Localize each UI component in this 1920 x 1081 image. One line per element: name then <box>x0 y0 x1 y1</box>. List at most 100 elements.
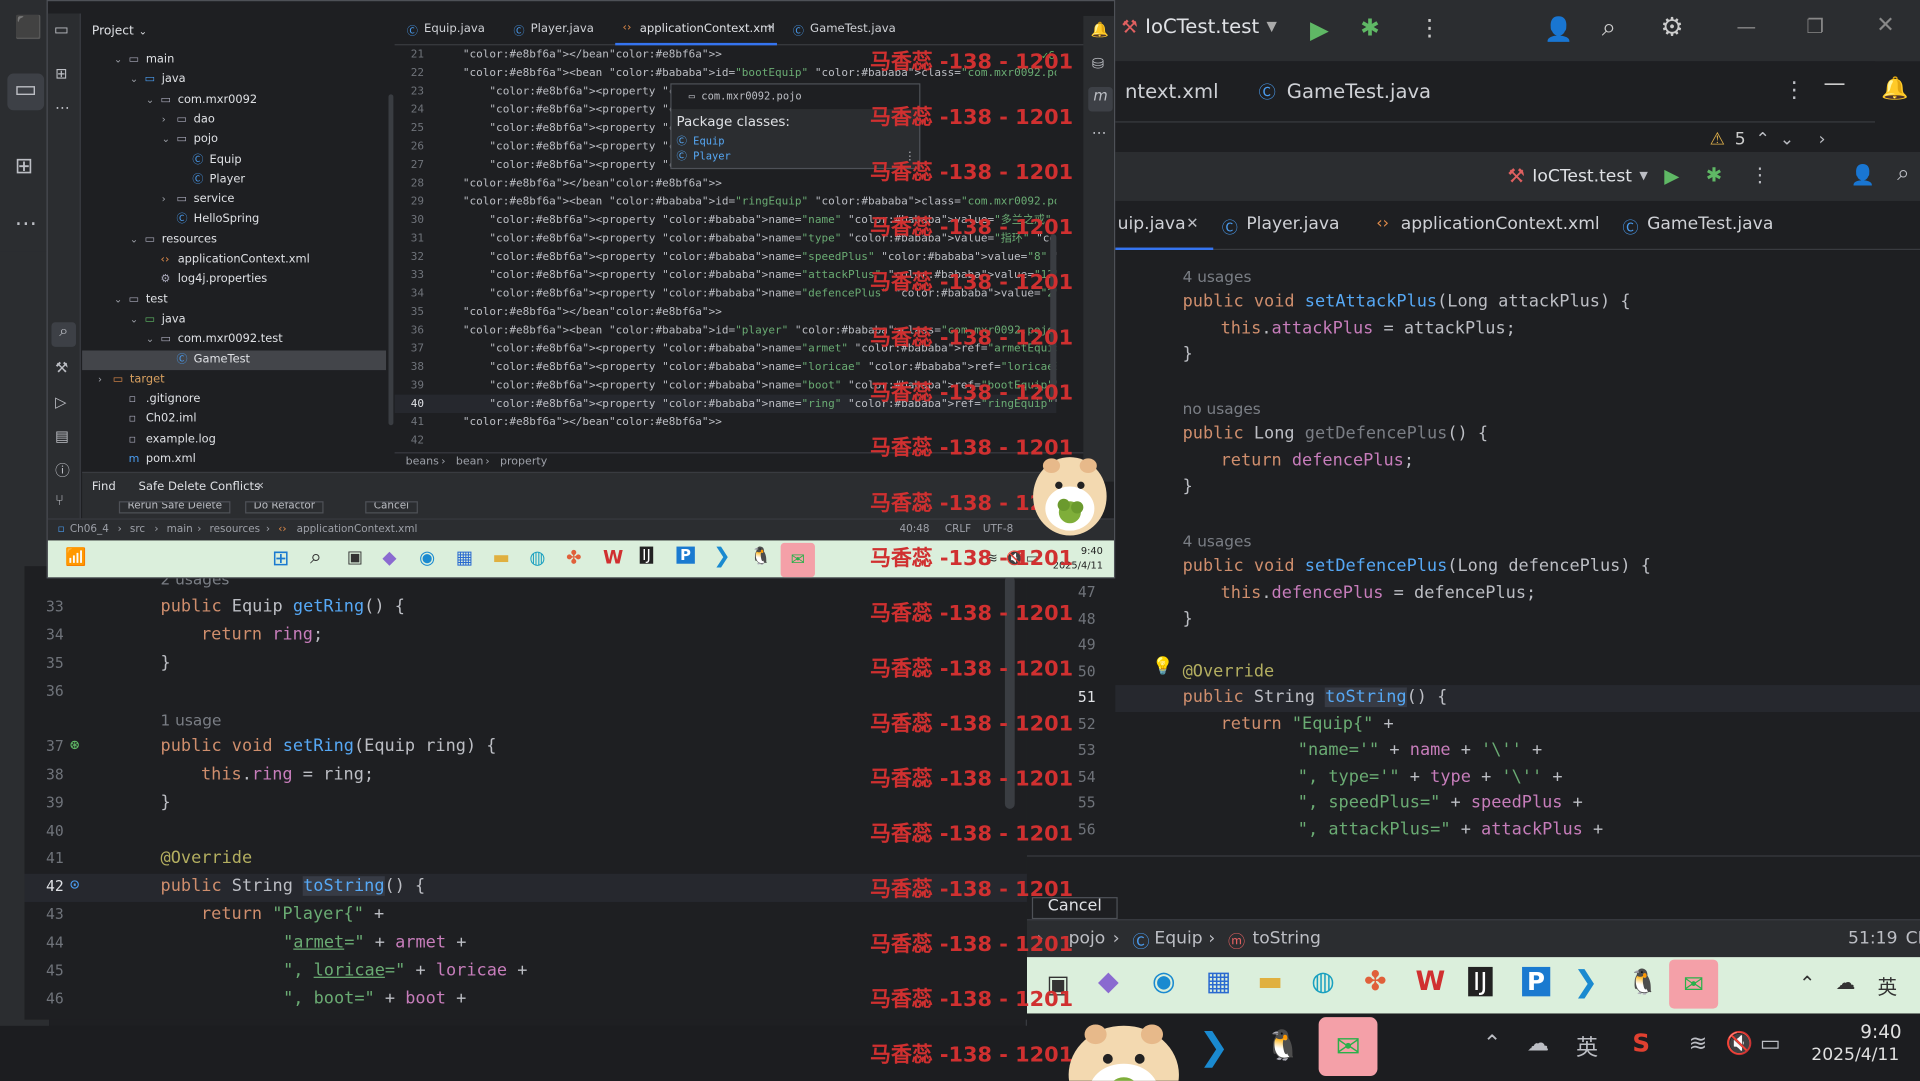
more-tools-icon[interactable]: ⋯ <box>15 211 37 237</box>
run-icon[interactable]: ▶ <box>1664 164 1679 187</box>
tab-applicationcontext-active[interactable]: ‹› applicationContext.xml ✕ <box>615 16 777 46</box>
volume-icon[interactable]: 🔇 <box>1726 1031 1753 1057</box>
crumb-bean[interactable]: bean <box>456 456 484 468</box>
chevron-right-icon[interactable]: › <box>162 190 177 210</box>
close-window-icon[interactable]: ✕ <box>1876 12 1894 38</box>
more-tools-icon[interactable]: ⋯ <box>55 99 70 116</box>
clock-time[interactable]: 9:40 <box>1081 545 1103 556</box>
tab-equip[interactable]: Equip.java <box>424 22 485 35</box>
project-tree[interactable]: ⌄ ▭ main ⌄ ▭ java ⌄ ▭ com.mxr0092 › ▭ dao ⌄ ▭ pojo Ⓒ Equ… <box>82 50 387 467</box>
structure-icon[interactable]: ⊞ <box>55 65 67 82</box>
ime-icon[interactable]: 英 <box>1877 971 1897 1000</box>
tree-item[interactable]: ▫ .gitignore <box>82 390 386 410</box>
qq-icon[interactable]: 🐧 <box>750 547 771 567</box>
store-icon[interactable]: ▦ <box>456 547 473 569</box>
chevron-right-icon[interactable]: › <box>162 110 177 130</box>
chevron-down-icon[interactable]: ⌄ <box>130 310 145 330</box>
app-icon[interactable]: ✤ <box>1364 967 1387 998</box>
run-config-selector[interactable]: ⚒ IoCTest.test ▼ <box>1121 15 1277 38</box>
tab-player[interactable]: Player.java <box>1246 214 1339 234</box>
breadcrumb-tostring[interactable]: toString <box>1252 929 1320 949</box>
close-tab-icon[interactable]: ✕ <box>256 480 264 491</box>
vscode-icon[interactable]: ❯ <box>713 544 730 569</box>
clock-time[interactable]: 9:40 <box>1860 1021 1901 1043</box>
tab-gametest[interactable]: GameTest.java <box>810 22 896 35</box>
breadcrumb-equip[interactable]: Equip <box>1154 929 1202 949</box>
status-crumb-resources[interactable]: resources <box>210 523 260 535</box>
tree-item[interactable]: ⌄ ▭ test <box>82 290 386 310</box>
close-tab-icon[interactable]: ✕ <box>1186 214 1198 231</box>
structure-icon[interactable]: ⊞ <box>15 153 33 179</box>
back-code-area[interactable]: 4 usages public void setAttackPlus(Long … <box>1115 262 1920 855</box>
wechat-icon[interactable]: ✉ <box>780 542 815 578</box>
battery-icon[interactable]: ▭ <box>1760 1031 1781 1057</box>
restore-icon[interactable]: ❐ <box>1806 15 1824 38</box>
qq-icon[interactable]: 🐧 <box>1265 1028 1302 1062</box>
pycharm-p-icon[interactable]: P <box>676 546 695 564</box>
tree-item[interactable]: Ⓒ Player <box>82 170 386 190</box>
edge-ai-icon[interactable]: ◉ <box>419 547 435 569</box>
tree-item[interactable]: ⌄ ▭ com.mxr0092 <box>82 90 386 110</box>
inspection-widget[interactable]: ⚠ 5 ⌃ ⌄ › <box>1710 130 1826 150</box>
search-icon[interactable]: ⌕ <box>1602 12 1616 43</box>
chevron-down-icon[interactable]: ⌄ <box>146 90 161 110</box>
tree-scrollbar[interactable] <box>388 94 394 426</box>
tree-item[interactable]: Ⓒ GameTest <box>82 349 387 370</box>
crumb-property[interactable]: property <box>500 456 547 468</box>
debug-icon[interactable]: ✱ <box>1360 15 1380 42</box>
wps-icon[interactable]: W <box>1415 967 1445 998</box>
do-refactor-button[interactable]: Do Refactor <box>245 501 324 514</box>
tree-item[interactable]: ⌄ ▭ java <box>82 70 386 90</box>
run-icon[interactable]: ▶ <box>1310 15 1329 44</box>
folder-icon[interactable]: ▬ <box>493 547 510 569</box>
crumb-beans[interactable]: beans <box>406 456 439 468</box>
more-menu-icon[interactable]: ⋮ <box>1418 15 1441 42</box>
breadcrumb-pojo[interactable]: pojo <box>1069 929 1106 949</box>
find-tool-icon[interactable]: ⌕ <box>51 322 76 347</box>
hide-icon[interactable]: — <box>1824 71 1846 97</box>
edge-ai-icon[interactable]: ◉ <box>1152 967 1176 998</box>
app-notify-icon[interactable]: 📶 <box>65 548 86 568</box>
spring-bean-icon[interactable]: ⊛ <box>70 737 80 755</box>
edge-icon[interactable]: ◍ <box>529 547 545 569</box>
add-user-icon[interactable]: 👤 <box>1544 15 1573 43</box>
tree-item[interactable]: ⌄ ▭ main <box>82 50 386 70</box>
more-tools-icon[interactable]: ⋯ <box>1092 124 1107 141</box>
chevron-right-icon[interactable]: › <box>1819 130 1826 150</box>
tree-item[interactable]: Ⓒ Equip <box>82 150 386 170</box>
vscode-icon[interactable]: ❯ <box>1199 1026 1230 1069</box>
onedrive-icon[interactable]: ☁ <box>1527 1031 1549 1057</box>
git-icon[interactable]: ⑂ <box>55 491 64 508</box>
sogou-icon[interactable]: S <box>1632 1028 1650 1057</box>
qq-icon[interactable]: 🐧 <box>1627 967 1658 996</box>
wechat-icon[interactable]: ✉ <box>1669 959 1719 1009</box>
folder-icon[interactable]: ▬ <box>1257 967 1282 998</box>
project-tool-icon[interactable]: ▭ <box>54 21 69 39</box>
search-icon[interactable]: ⌕ <box>310 545 322 570</box>
tree-item[interactable]: ‹› applicationContext.xml <box>82 250 386 270</box>
settings-icon[interactable]: ⚙ <box>1661 12 1684 41</box>
tab-player[interactable]: Player.java <box>531 22 594 35</box>
chevron-up-icon[interactable]: ⌃ <box>1756 130 1770 150</box>
minimize-icon[interactable]: — <box>1737 15 1757 38</box>
tab-safe-delete-conflicts[interactable]: Safe Delete Conflicts <box>138 480 260 493</box>
chevron-down-icon[interactable]: ⌄ <box>1780 130 1794 150</box>
ime-icon[interactable]: 英 <box>1576 1031 1598 1063</box>
popup-item-equip[interactable]: Ⓒ Equip <box>676 134 724 148</box>
rerun-safe-delete-button[interactable]: Rerun Safe Delete <box>118 501 231 514</box>
inner-run-config[interactable]: ⚒ IoCTest.test ▼ <box>1507 164 1647 187</box>
app-icon[interactable]: ✤ <box>566 547 581 569</box>
edge-icon[interactable]: ◍ <box>1311 967 1335 998</box>
status-crumb-src[interactable]: src <box>130 523 145 535</box>
wechat-icon[interactable]: ✉ <box>1318 1017 1378 1076</box>
chevron-down-icon[interactable]: ⌄ <box>146 330 161 350</box>
more-menu-icon[interactable]: ⋮ <box>1750 163 1770 186</box>
tree-item[interactable]: ▫ example.log <box>82 430 386 450</box>
wps-icon[interactable]: W <box>603 547 623 569</box>
tree-item[interactable]: ⌄ ▭ com.mxr0092.test <box>82 330 386 350</box>
notification-icon[interactable]: 🔔 <box>1091 21 1109 38</box>
chevron-down-icon[interactable]: ⌄ <box>130 70 145 90</box>
copilot-icon[interactable]: ◆ <box>382 547 396 569</box>
intellij-icon[interactable]: IJ <box>639 546 654 564</box>
database-icon[interactable]: ⛁ <box>1092 55 1104 72</box>
